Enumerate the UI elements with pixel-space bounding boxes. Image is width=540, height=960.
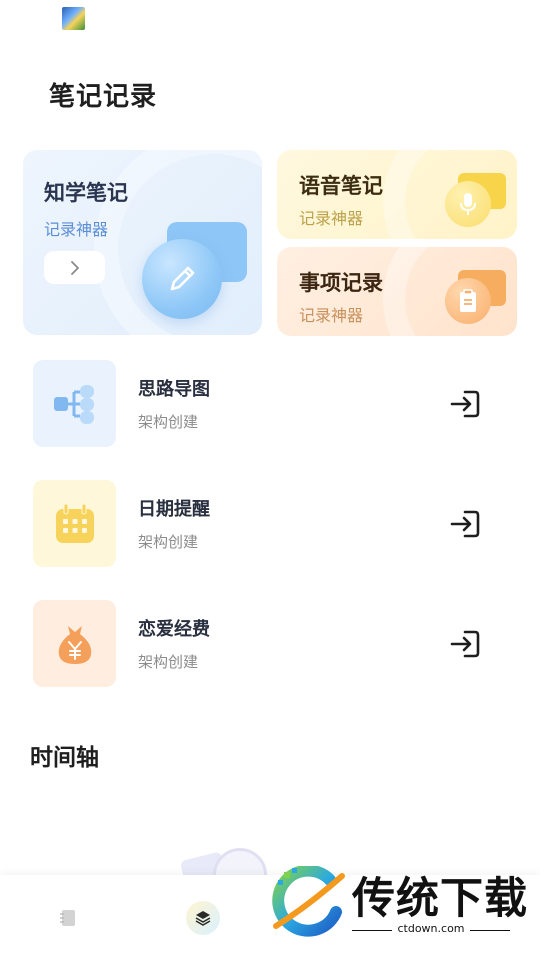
list-item-date-reminder[interactable]: 日期提醒 架构创建: [33, 480, 493, 568]
list-item-title: 恋爱经费: [138, 619, 210, 640]
open-knowledge-notes-button[interactable]: [44, 251, 105, 284]
list-item-mind-map[interactable]: 思路导图 架构创建: [33, 360, 493, 448]
todo-records-card[interactable]: 事项记录 记录神器: [277, 247, 517, 336]
watermark-title: 传统下载: [352, 874, 528, 924]
microphone-icon: [445, 181, 491, 227]
list-item-subtitle: 架构创建: [138, 533, 199, 551]
chevron-right-icon: [70, 260, 79, 275]
voice-notes-title: 语音笔记: [299, 174, 383, 198]
money-bag-icon: [33, 600, 116, 687]
knowledge-notes-title: 知学笔记: [44, 181, 128, 205]
voice-notes-card[interactable]: 语音笔记 记录神器: [277, 150, 517, 239]
timeline-section-title: 时间轴: [30, 745, 99, 771]
watermark: 传统下载 ctdown.com: [268, 862, 540, 954]
watermark-url: ctdown.com: [397, 922, 465, 935]
layers-icon: [185, 900, 220, 935]
page-title: 笔记记录: [49, 82, 158, 112]
calendar-icon: [33, 480, 116, 567]
list-item-love-budget[interactable]: 恋爱经费 架构创建: [33, 600, 493, 688]
todo-records-subtitle: 记录神器: [299, 306, 364, 325]
clipboard-icon: [445, 278, 491, 324]
mind-map-icon: [33, 360, 116, 447]
app-thumbnail-icon: [62, 7, 85, 30]
nav-notes-tab[interactable]: [40, 875, 95, 960]
nav-layers-tab[interactable]: [175, 875, 230, 960]
list-item-title: 思路导图: [138, 379, 210, 400]
list-item-subtitle: 架构创建: [138, 653, 199, 671]
list-item-title: 日期提醒: [138, 499, 210, 520]
notebook-icon: [59, 909, 75, 926]
voice-notes-subtitle: 记录神器: [299, 209, 364, 228]
enter-arrow-icon[interactable]: [449, 387, 483, 421]
knowledge-notes-card[interactable]: 知学笔记 记录神器: [23, 150, 262, 335]
list-item-subtitle: 架构创建: [138, 413, 199, 431]
watermark-line-right: [470, 930, 510, 931]
enter-arrow-icon[interactable]: [449, 627, 483, 661]
todo-records-title: 事项记录: [299, 271, 383, 295]
pencil-icon: [142, 239, 222, 319]
knowledge-notes-subtitle: 记录神器: [44, 220, 109, 239]
enter-arrow-icon[interactable]: [449, 507, 483, 541]
watermark-logo-icon: [272, 866, 345, 937]
